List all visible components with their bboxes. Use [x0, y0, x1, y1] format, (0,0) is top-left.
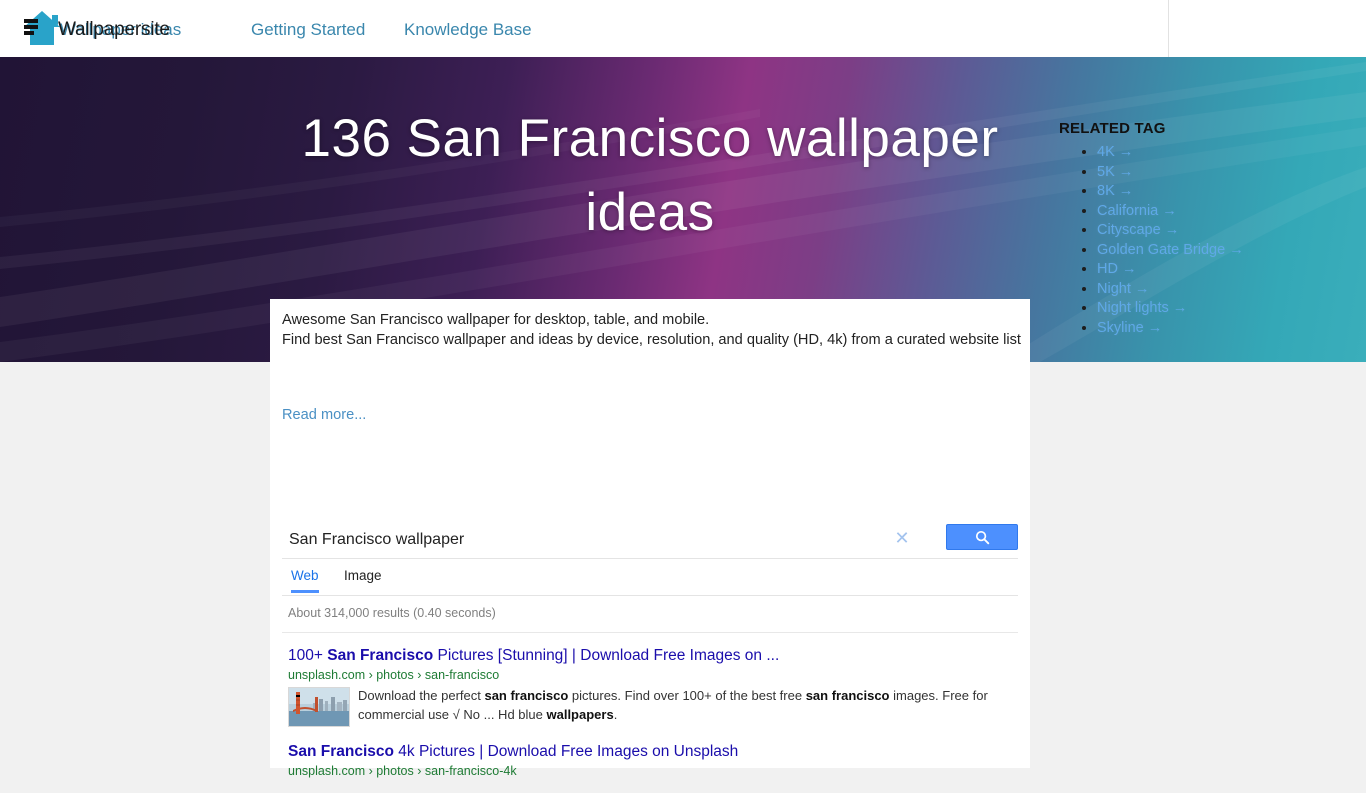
read-more-link[interactable]: Read more...	[282, 407, 366, 423]
list-item: Golden Gate Bridge →	[1097, 241, 1359, 259]
list-item: Cityscape →	[1097, 221, 1359, 239]
nav-getting-started[interactable]: Getting Started	[251, 20, 365, 40]
close-x-icon[interactable]: ✕	[891, 526, 913, 550]
search-results-list: 100+ San Francisco Pictures [Stunning] |…	[282, 645, 1018, 779]
tab-image[interactable]: Image	[344, 568, 382, 590]
list-item: California →	[1097, 202, 1359, 220]
nav-knowledge-base[interactable]: Knowledge Base	[404, 20, 532, 40]
results-divider	[282, 632, 1018, 633]
search-input[interactable]	[287, 524, 887, 556]
related-tags-panel: RELATED TAG 4K → 5K → 8K → California → …	[1059, 120, 1359, 338]
tag-link-night-lights[interactable]: Night lights →	[1097, 300, 1187, 316]
tag-link-8k[interactable]: 8K →	[1097, 183, 1133, 199]
list-item: HD →	[1097, 260, 1359, 278]
magnifier-icon	[975, 530, 989, 544]
page-description: Awesome San Francisco wallpaper for desk…	[282, 311, 1024, 350]
list-item: 8K →	[1097, 182, 1359, 200]
result-url: unsplash.com › photos › san-francisco	[288, 668, 500, 682]
result-body: Download the perfect san francisco pictu…	[288, 687, 1018, 727]
list-item: Night lights →	[1097, 299, 1359, 317]
list-item: 5K →	[1097, 163, 1359, 181]
result-snippet: Download the perfect san francisco pictu…	[358, 688, 988, 722]
tab-web[interactable]: Web	[291, 568, 319, 593]
result-title-link[interactable]: San Francisco 4k Pictures | Download Fre…	[288, 741, 1018, 762]
table-row: 100+ San Francisco Pictures [Stunning] |…	[288, 645, 1018, 727]
list-item: Night →	[1097, 280, 1359, 298]
header-divider	[1168, 0, 1169, 57]
arrow-right-icon: →	[1118, 144, 1134, 160]
arrow-right-icon: →	[1118, 163, 1134, 180]
house-logo-icon[interactable]	[22, 9, 62, 47]
search-bar: ✕	[282, 524, 1018, 559]
golden-gate-bridge-thumbnail[interactable]	[288, 687, 350, 727]
tag-link-california[interactable]: California →	[1097, 203, 1177, 219]
tag-link-skyline[interactable]: Skyline →	[1097, 320, 1162, 336]
list-item: Skyline →	[1097, 319, 1359, 337]
arrow-right-icon: →	[1147, 319, 1163, 336]
arrow-right-icon: →	[1229, 241, 1244, 258]
arrow-right-icon: →	[1162, 202, 1177, 219]
arrow-right-icon: →	[1172, 300, 1188, 316]
result-url: unsplash.com › photos › san-francisco-4k	[288, 764, 517, 778]
result-title-link[interactable]: 100+ San Francisco Pictures [Stunning] |…	[288, 645, 1018, 666]
tag-link-golden-gate-bridge[interactable]: Golden Gate Bridge →	[1097, 242, 1244, 258]
table-row: San Francisco 4k Pictures | Download Fre…	[288, 741, 1018, 779]
tag-link-hd[interactable]: HD →	[1097, 261, 1136, 277]
tag-link-cityscape[interactable]: Cityscape →	[1097, 222, 1179, 238]
search-submit-button[interactable]	[946, 524, 1018, 550]
results-count: About 314,000 results (0.40 seconds)	[288, 606, 496, 620]
tag-link-4k[interactable]: 4K →	[1097, 144, 1133, 160]
tag-link-night[interactable]: Night →	[1097, 281, 1149, 297]
search-widget: ✕ Web Image About 314,000 results (0.40 …	[282, 524, 1018, 793]
arrow-right-icon: →	[1134, 280, 1150, 297]
related-tags-heading: RELATED TAG	[1059, 120, 1166, 137]
arrow-right-icon: →	[1121, 261, 1137, 277]
description-line-2: Find best San Francisco wallpaper and id…	[282, 331, 1021, 348]
page-title: 136 San Francisco wallpaper ideas	[301, 109, 999, 242]
related-tags-list: 4K → 5K → 8K → California → Cityscape → …	[1059, 143, 1359, 337]
search-tabs: Web Image	[282, 568, 1018, 596]
main-content-column: Awesome San Francisco wallpaper for desk…	[270, 299, 1030, 778]
arrow-right-icon: →	[1118, 183, 1134, 199]
site-header: Wallpapersite Wallpaper ideas Getting St…	[0, 0, 1366, 57]
tag-link-5k[interactable]: 5K →	[1097, 164, 1133, 180]
arrow-right-icon: →	[1164, 222, 1180, 238]
description-line-1: Awesome San Francisco wallpaper for desk…	[282, 312, 710, 328]
brand-name: Wallpapersite	[58, 19, 170, 40]
list-item: 4K →	[1097, 143, 1359, 161]
